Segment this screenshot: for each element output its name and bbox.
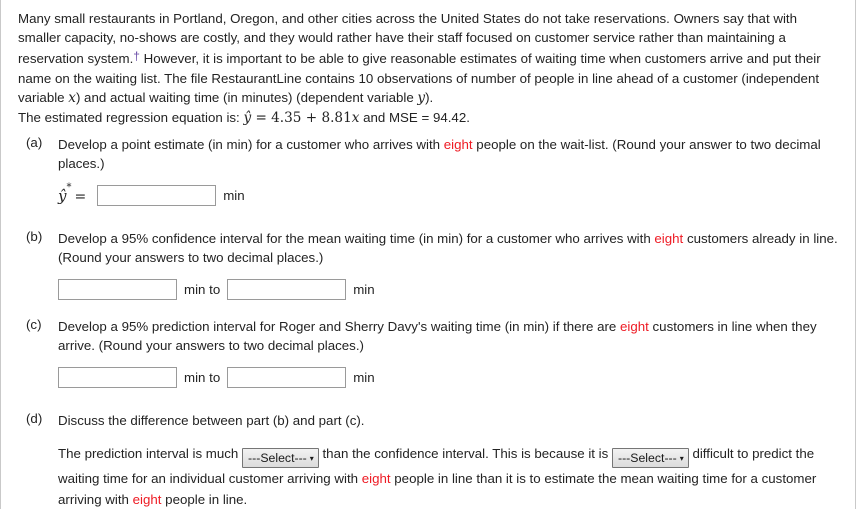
equation-rhs: = 4.35 + 8.81 [251,110,352,127]
part-b-body: Develop a 95% confidence interval for th… [58,229,841,300]
part-b-highlight: eight [654,231,684,246]
part-c: (c) Develop a 95% prediction interval fo… [26,317,841,388]
equation-tail: and MSE = 94.42. [359,110,470,126]
part-b-lower-input[interactable] [58,278,177,300]
part-b-unit-mid: min to [184,281,221,297]
part-a-yhat-star: * [66,181,72,193]
part-d-highlight-2: eight [132,492,162,508]
part-d-sentence-5: people in line. [161,492,248,508]
part-a-highlight: eight [443,137,473,152]
equation-lead: The estimated regression equation is: [18,110,244,126]
part-d-body: Discuss the difference between part (b) … [58,411,841,510]
intro-var-x: x [68,89,76,106]
part-c-unit-mid: min to [184,369,221,385]
part-d-prompt: Discuss the difference between part (b) … [58,413,365,428]
footnote-dagger-icon[interactable]: † [133,49,140,63]
part-b: (b) Develop a 95% confidence interval fo… [26,229,841,300]
part-a-yhat-symbol: ŷ* [58,181,72,206]
part-b-label: (b) [26,229,43,244]
intro-paragraph: Many small restaurants in Portland, Oreg… [18,9,838,128]
part-c-upper-input[interactable] [227,366,347,388]
part-c-label: (c) [26,317,42,332]
part-d-select-1[interactable]: ---Select--- ▾ [242,448,319,469]
part-b-answer-row: min to min [58,278,841,300]
part-c-highlight: eight [620,319,649,334]
part-a-equals-sign: = [74,189,87,206]
part-c-answer-row: min to min [58,366,841,388]
part-c-text-1: Develop a 95% prediction interval for Ro… [58,319,620,334]
part-b-unit-end: min [353,281,375,297]
part-a-label: (a) [26,135,43,150]
part-d-label: (d) [26,411,43,426]
part-c-lower-input[interactable] [58,366,177,388]
part-c-body: Develop a 95% prediction interval for Ro… [58,317,841,388]
part-d-select-2-label: ---Select--- [617,451,677,466]
part-a-symbol-group: ŷ* = [58,181,91,207]
part-d-select-1-label: ---Select--- [248,451,307,466]
part-d-sentence-2: than the confidence interval. This is be… [318,446,612,462]
part-b-upper-input[interactable] [227,278,347,300]
part-c-unit-end: min [353,369,375,385]
part-a-answer-row: ŷ* = min [58,181,841,207]
part-a-body: Develop a point estimate (in min) for a … [58,135,841,206]
part-d-select-2[interactable]: ---Select--- ▾ [611,448,689,469]
intro-text-4: ). [425,89,434,105]
intro-var-y: y [417,89,426,106]
part-a-answer-input[interactable] [97,184,217,206]
equation-yhat: ŷ [243,110,252,127]
intro-text-3: ) and actual waiting time (in minutes) (… [75,89,418,105]
part-d-sentence-1: The prediction interval is much [58,446,243,462]
part-b-text-1: Develop a 95% confidence interval for th… [58,231,655,246]
part-d-highlight-1: eight [361,471,391,487]
chevron-down-icon-2: ▾ [679,454,684,464]
question-page: Many small restaurants in Portland, Oreg… [0,0,856,509]
part-d-statement: The prediction interval is much ---Selec… [58,443,841,510]
part-d: (d) Discuss the difference between part … [26,411,841,510]
part-a-text-1: Develop a point estimate (in min) for a … [58,137,444,152]
chevron-down-icon: ▾ [309,454,314,464]
part-a: (a) Develop a point estimate (in min) fo… [26,135,841,206]
part-a-unit: min [223,187,245,203]
